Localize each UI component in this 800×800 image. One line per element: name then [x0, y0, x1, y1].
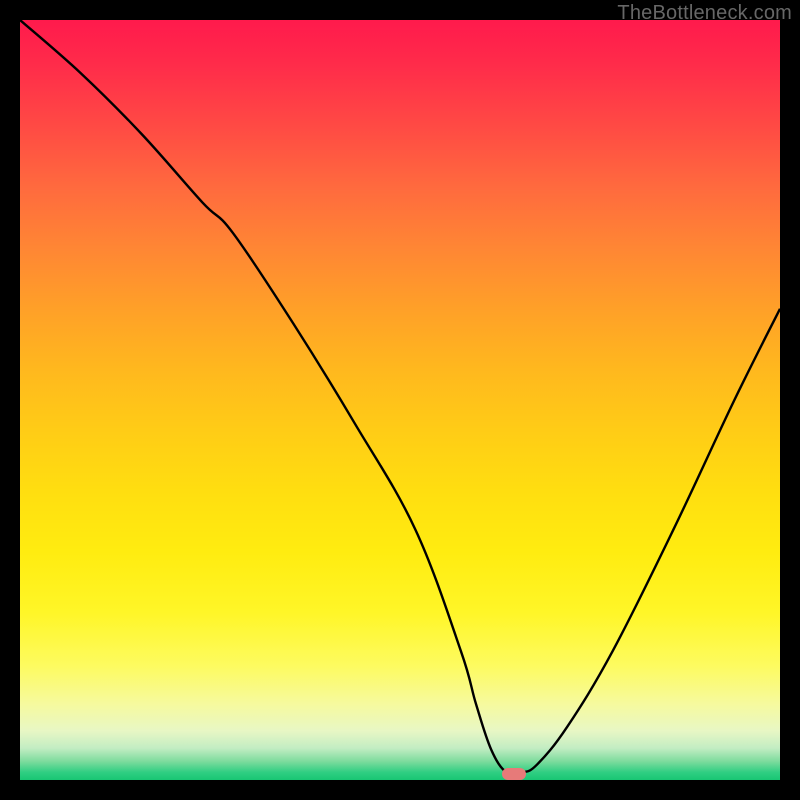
chart-svg — [20, 20, 780, 780]
optimal-marker — [502, 768, 526, 780]
chart-container: TheBottleneck.com — [0, 0, 800, 800]
plot-area — [20, 20, 780, 780]
watermark-text: TheBottleneck.com — [617, 2, 792, 25]
gradient-background — [20, 20, 780, 780]
